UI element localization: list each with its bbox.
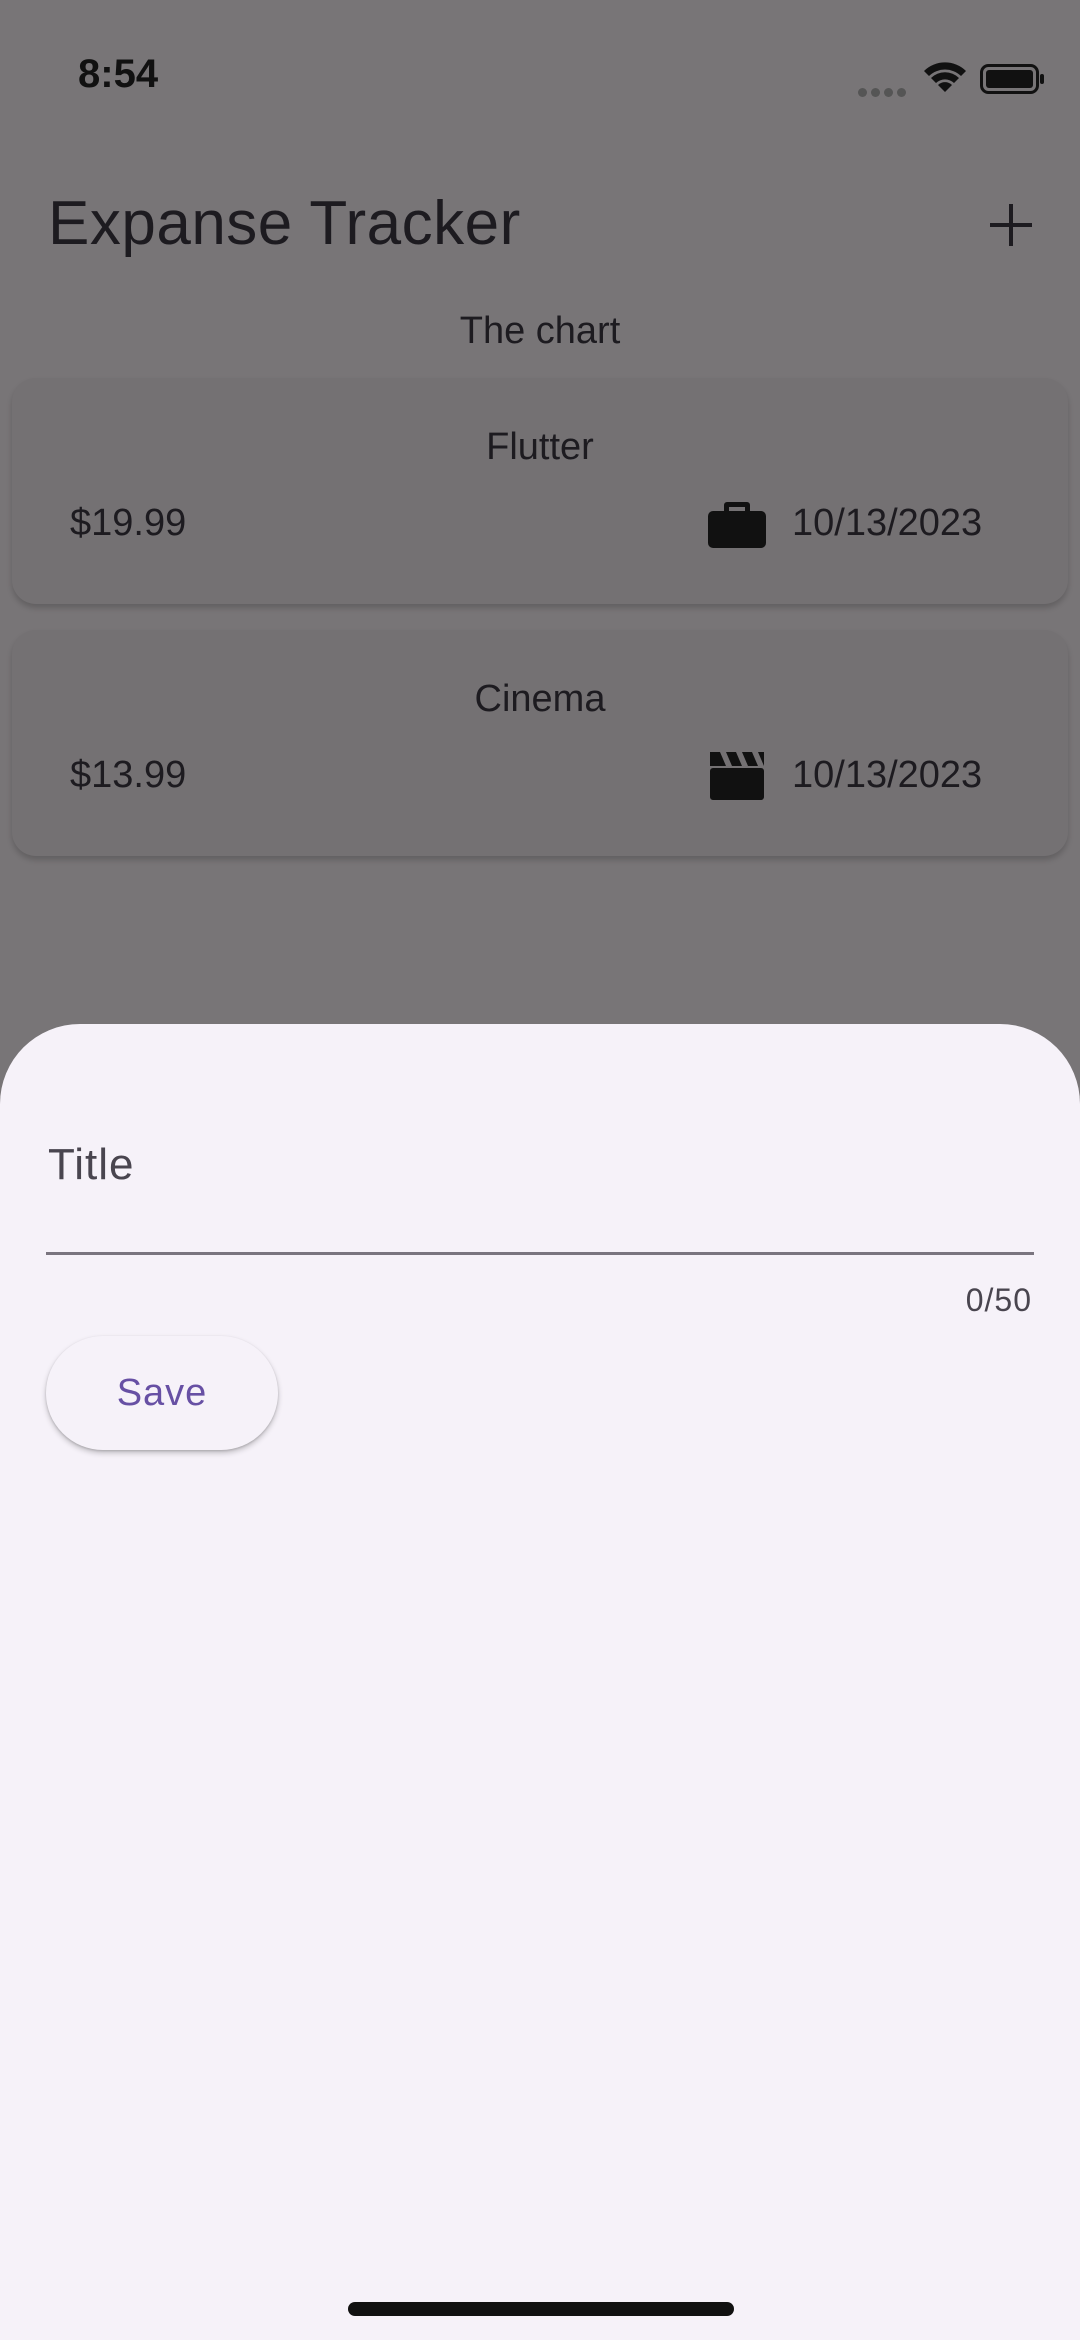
movie-clapper-icon — [710, 752, 764, 800]
status-bar: 8:54 — [0, 0, 1080, 150]
title-input-underline — [46, 1252, 1034, 1255]
expense-title: Cinema — [474, 678, 606, 720]
expense-date: 10/13/2023 — [792, 754, 983, 796]
app-title: Expanse Tracker — [48, 189, 521, 258]
chart-placeholder: The chart — [459, 310, 621, 352]
expense-amount: $19.99 — [70, 502, 187, 544]
save-button[interactable]: Save — [46, 1336, 278, 1450]
plus-icon[interactable] — [980, 194, 1044, 258]
character-counter: 0/50 — [965, 1282, 1032, 1318]
wifi-icon — [924, 62, 966, 92]
expense-card[interactable]: Cinema $13.99 10/13/2023 — [12, 630, 1068, 856]
status-time: 8:54 — [78, 52, 159, 96]
expense-title: Flutter — [486, 426, 594, 468]
expense-card[interactable]: Flutter $19.99 10/13/2023 — [12, 378, 1068, 604]
expense-amount: $13.99 — [70, 754, 187, 796]
battery-icon — [980, 64, 1044, 94]
new-expense-bottom-sheet: Title 0/50 Save — [0, 1024, 1080, 2340]
briefcase-icon — [708, 502, 766, 548]
expense-date: 10/13/2023 — [792, 502, 983, 544]
title-input[interactable] — [46, 1110, 1038, 1212]
cellular-signal-icon — [858, 84, 910, 102]
home-indicator[interactable] — [348, 2302, 734, 2316]
